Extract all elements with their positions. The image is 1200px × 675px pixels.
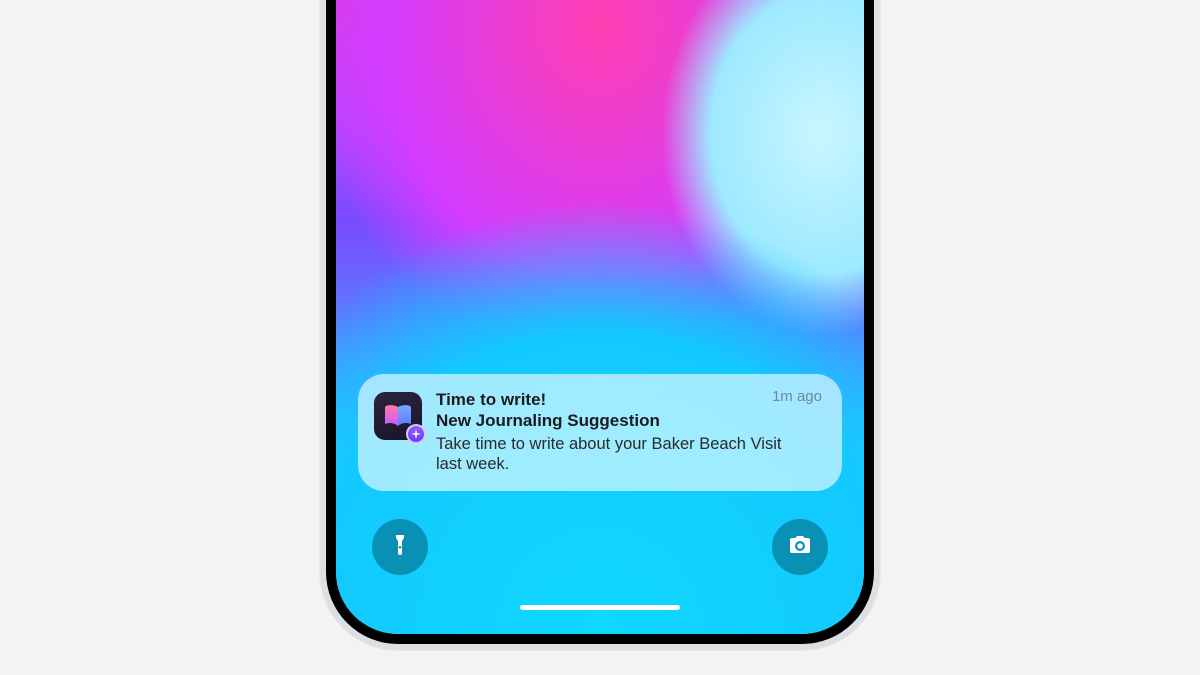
notification-title: Time to write! bbox=[436, 390, 824, 410]
flashlight-icon bbox=[388, 533, 412, 562]
camera-icon bbox=[788, 533, 812, 562]
camera-button[interactable] bbox=[772, 519, 828, 575]
home-indicator[interactable] bbox=[520, 605, 680, 610]
notification-body: Take time to write about your Baker Beac… bbox=[436, 434, 786, 475]
lock-screen: 1m ago bbox=[336, 0, 864, 634]
lock-screen-content: 1m ago bbox=[336, 0, 864, 634]
iphone-device-frame: 1m ago bbox=[320, 0, 880, 650]
flashlight-button[interactable] bbox=[372, 519, 428, 575]
notification-subtitle: New Journaling Suggestion bbox=[436, 411, 824, 431]
lock-screen-quick-actions bbox=[358, 519, 842, 575]
notification-text: Time to write! New Journaling Suggestion… bbox=[436, 390, 824, 475]
notification-app-icon-wrap bbox=[374, 392, 422, 440]
notification-timestamp: 1m ago bbox=[772, 388, 822, 405]
notification-card[interactable]: 1m ago bbox=[358, 374, 842, 491]
iphone-bezel: 1m ago bbox=[326, 0, 874, 644]
sparkle-icon bbox=[406, 424, 426, 444]
